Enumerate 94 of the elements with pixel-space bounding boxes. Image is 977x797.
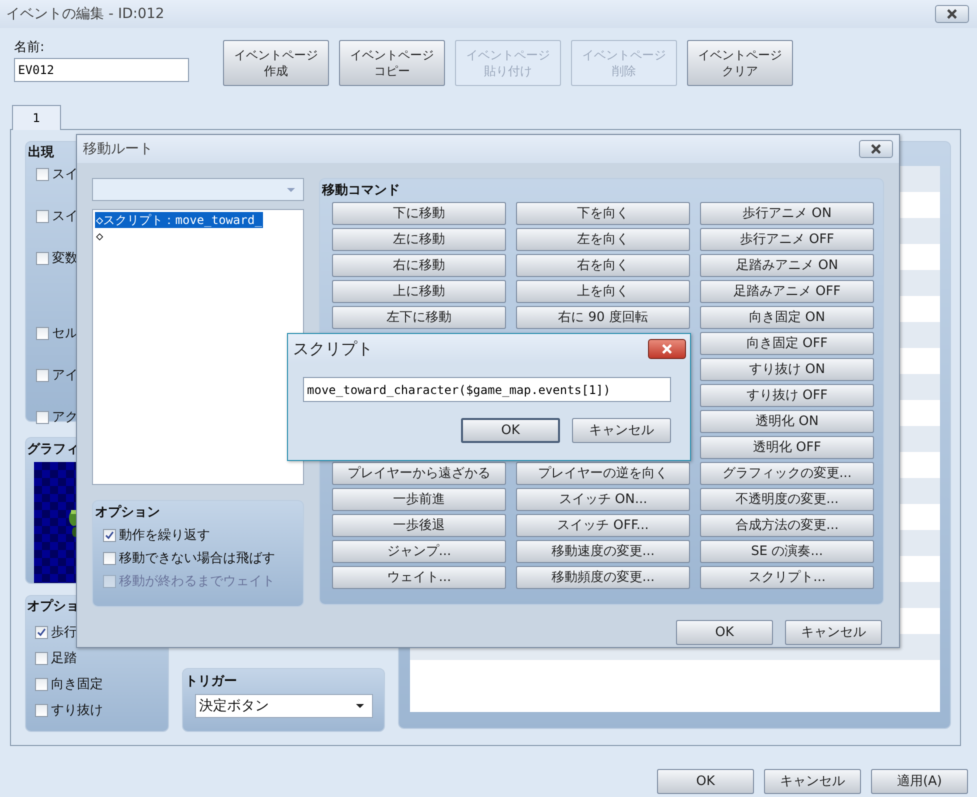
panel-title: オプショ xyxy=(27,598,79,615)
command-button[interactable]: 歩行アニメ ON xyxy=(700,202,874,225)
command-button[interactable]: 不透明度の変更... xyxy=(700,488,874,511)
command-button[interactable]: 移動速度の変更... xyxy=(516,540,690,563)
panel-title: 移動コマンド xyxy=(322,182,400,199)
checkbox-label: 向き固定 xyxy=(51,676,103,693)
command-button[interactable]: プレイヤーの逆を向く xyxy=(516,462,690,485)
page-button[interactable]: イベントページ コピー xyxy=(339,40,445,86)
window-title: スクリプト xyxy=(293,338,373,360)
checkbox[interactable] xyxy=(103,552,116,564)
command-button[interactable]: 足踏みアニメ ON xyxy=(700,254,874,277)
checkbox[interactable] xyxy=(36,368,49,382)
command-button[interactable]: ジャンプ... xyxy=(332,540,506,563)
checkbox[interactable] xyxy=(35,678,48,690)
list-item[interactable]: ◇スクリプト：move_toward_ xyxy=(95,212,263,228)
route-dropdown[interactable] xyxy=(92,178,304,201)
checkbox-label: スイ xyxy=(52,208,78,225)
page-button[interactable]: イベントページ クリア xyxy=(687,40,793,86)
command-button[interactable]: 合成方法の変更... xyxy=(700,514,874,537)
command-button[interactable]: スクリプト... xyxy=(700,566,874,589)
command-button[interactable]: 下に移動 xyxy=(332,202,506,225)
command-button[interactable]: 右を向く xyxy=(516,254,690,277)
caret-icon xyxy=(356,704,364,708)
command-button[interactable]: 透明化 OFF xyxy=(700,436,874,459)
checkbox-label: 変数 xyxy=(52,250,78,267)
checkbox[interactable] xyxy=(35,626,48,638)
dialog-button[interactable]: 適用(A) xyxy=(871,769,968,794)
checkbox-label: アイ xyxy=(52,367,78,384)
command-button[interactable]: 向き固定 ON xyxy=(700,306,874,329)
command-button[interactable]: 左下に移動 xyxy=(332,306,506,329)
close-button[interactable] xyxy=(935,5,969,23)
command-button[interactable]: 左に移動 xyxy=(332,228,506,251)
command-button[interactable]: すり抜け OFF xyxy=(700,384,874,407)
close-button[interactable] xyxy=(648,339,686,359)
checkbox[interactable] xyxy=(36,168,49,180)
command-button[interactable]: 上を向く xyxy=(516,280,690,303)
dialog-button[interactable]: OK xyxy=(461,418,560,443)
dialog-button[interactable]: OK xyxy=(676,620,773,645)
command-button[interactable]: 足踏みアニメ OFF xyxy=(700,280,874,303)
caret-icon xyxy=(287,188,295,192)
checkbox-label: 動作を繰り返す xyxy=(119,527,210,544)
list-item[interactable]: ◇ xyxy=(95,228,104,244)
checkbox-label: 移動が終わるまでウェイト xyxy=(119,573,275,590)
command-button[interactable]: 左を向く xyxy=(516,228,690,251)
script-field[interactable]: move_toward_character($game_map.events[1]) xyxy=(303,377,671,402)
command-button[interactable]: 右に 90 度回転 xyxy=(516,306,690,329)
checkbox[interactable] xyxy=(36,252,49,264)
checkbox-label: スイ xyxy=(52,166,78,183)
trigger-dropdown[interactable]: 決定ボタン xyxy=(195,694,373,718)
page-button[interactable]: イベントページ 作成 xyxy=(223,40,329,86)
panel-title: グラフィ xyxy=(27,441,79,458)
close-icon xyxy=(870,143,882,155)
checkbox[interactable] xyxy=(35,652,48,664)
panel-title: オプション xyxy=(95,504,160,521)
command-button[interactable]: 移動頻度の変更... xyxy=(516,566,690,589)
command-button[interactable]: ウェイト... xyxy=(332,566,506,589)
checkbox-label: 歩行 xyxy=(51,624,77,641)
checkbox-label: すり抜け xyxy=(51,702,103,719)
dialog-button[interactable]: キャンセル xyxy=(764,769,861,794)
close-icon xyxy=(661,343,673,355)
panel-title: トリガー xyxy=(185,673,237,690)
command-button[interactable]: 右に移動 xyxy=(332,254,506,277)
command-button[interactable]: スイッチ OFF... xyxy=(516,514,690,537)
command-button[interactable]: すり抜け ON xyxy=(700,358,874,381)
dialog-button[interactable]: キャンセル xyxy=(572,418,671,443)
checkbox[interactable] xyxy=(35,704,48,716)
command-button[interactable]: 一歩後退 xyxy=(332,514,506,537)
tab[interactable]: 1 xyxy=(12,105,61,130)
command-button[interactable]: 一歩前進 xyxy=(332,488,506,511)
checkbox[interactable] xyxy=(36,326,49,340)
close-button[interactable] xyxy=(859,140,893,158)
close-icon xyxy=(946,8,958,20)
panel-title: 出現 xyxy=(28,144,54,161)
command-button[interactable]: SE の演奏... xyxy=(700,540,874,563)
dialog-button[interactable]: OK xyxy=(657,769,754,794)
window-title: イベントの編集 - ID:012 xyxy=(6,5,164,23)
checkbox-label: 足踏 xyxy=(51,650,77,667)
window-title: 移動ルート xyxy=(83,140,153,158)
command-button[interactable]: スイッチ ON... xyxy=(516,488,690,511)
name-field[interactable]: EV012 xyxy=(14,58,189,82)
command-button[interactable]: 透明化 ON xyxy=(700,410,874,433)
checkbox[interactable] xyxy=(36,410,49,424)
command-button[interactable]: 向き固定 OFF xyxy=(700,332,874,355)
command-button[interactable]: 上に移動 xyxy=(332,280,506,303)
checkbox-label: 移動できない場合は飛ばす xyxy=(119,550,275,567)
field-label: 名前: xyxy=(14,39,46,56)
command-button[interactable]: プレイヤーから遠ざかる xyxy=(332,462,506,485)
dialog-button[interactable]: キャンセル xyxy=(785,620,882,645)
checkbox[interactable] xyxy=(103,528,116,542)
command-button[interactable]: 下を向く xyxy=(516,202,690,225)
checkbox-label: アク xyxy=(52,409,78,426)
command-button[interactable]: 歩行アニメ OFF xyxy=(700,228,874,251)
checkbox[interactable] xyxy=(36,210,49,222)
command-button[interactable]: グラフィックの変更... xyxy=(700,462,874,485)
